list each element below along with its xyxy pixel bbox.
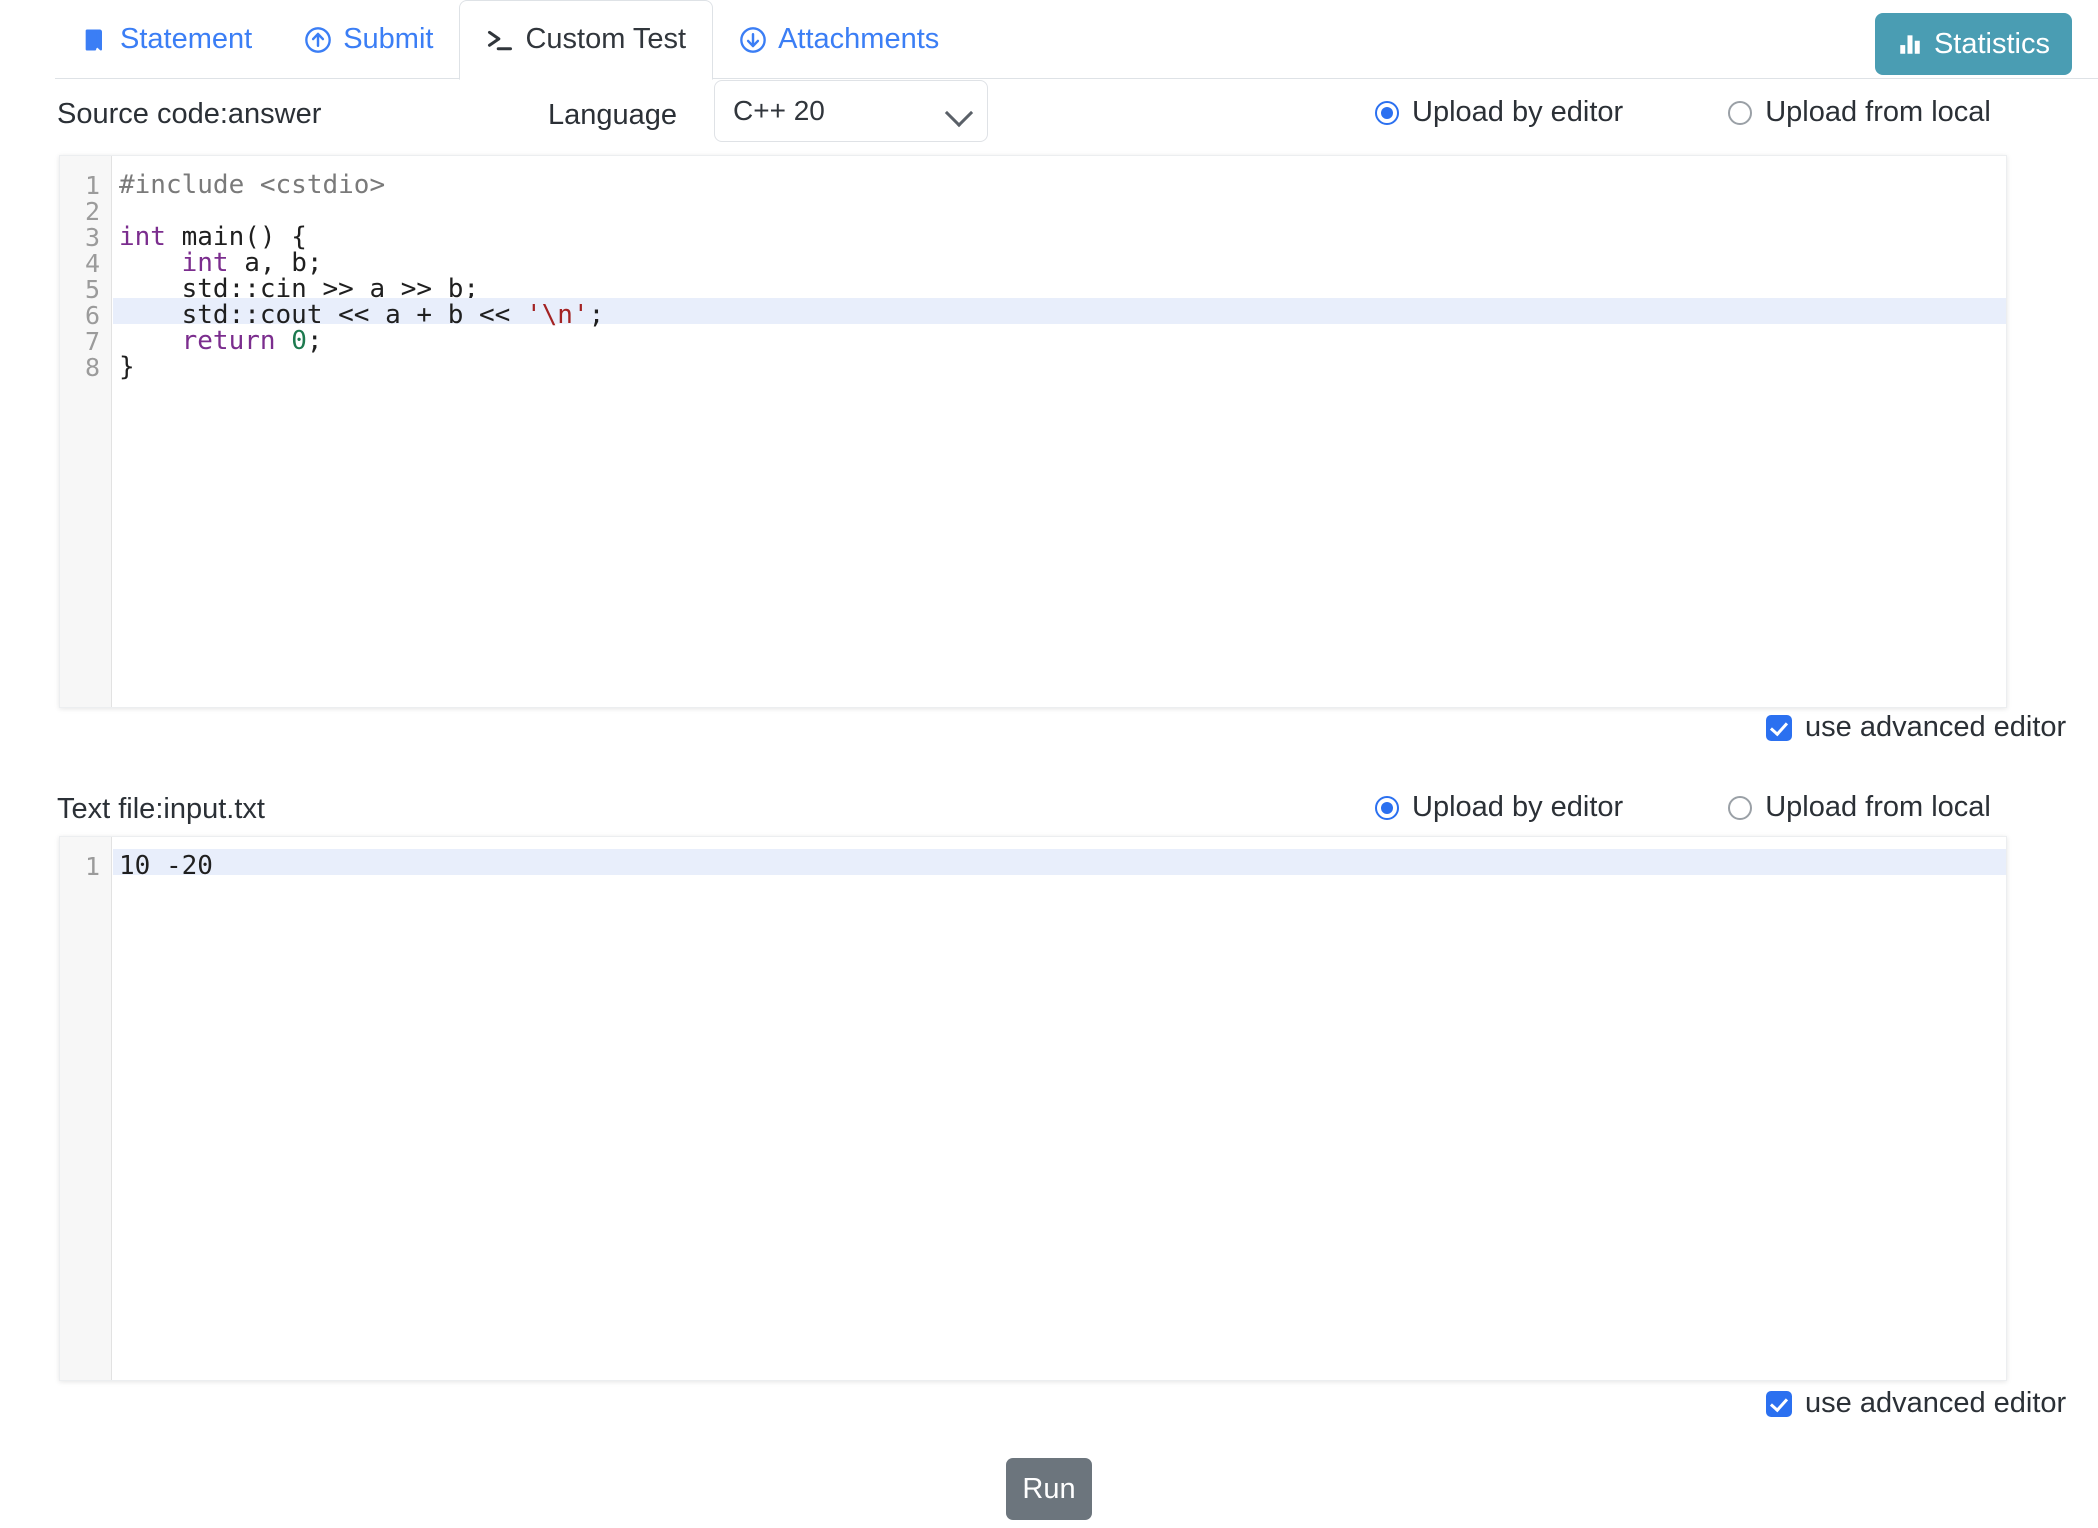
code-token: return	[181, 326, 276, 356]
textfile-upload-by-editor-radio[interactable]: Upload by editor	[1375, 791, 1623, 824]
tab-statement[interactable]: Statement	[55, 0, 278, 79]
bar-chart-icon	[1897, 31, 1923, 57]
text-file-editor[interactable]: 10 -20 1	[59, 836, 2007, 1381]
source-code-label: Source code:answer	[57, 98, 322, 130]
source-upload-from-local-radio[interactable]: Upload from local	[1728, 96, 1991, 129]
code-line: #include <cstdio>	[113, 172, 2006, 198]
code-token: ;	[588, 300, 605, 330]
run-button[interactable]: Run	[1006, 1458, 1092, 1520]
custom-test-page: Statement Submit Custom Test Attachments…	[0, 0, 2098, 1528]
textfile-upload-mode-group: Upload by editor Upload from local	[1375, 791, 1991, 824]
line-number: 1	[84, 171, 100, 200]
line-number: 4	[84, 249, 100, 278]
tab-attachments[interactable]: Attachments	[713, 0, 965, 79]
code-token: ;	[306, 326, 323, 356]
textfile-advanced-editor-label: use advanced editor	[1805, 1387, 2067, 1419]
code-token: #include <cstdio>	[119, 170, 386, 200]
tab-statement-label: Statement	[120, 23, 253, 55]
textfile-advanced-editor-row[interactable]: use advanced editor	[1766, 1387, 2066, 1420]
source-advanced-editor-row[interactable]: use advanced editor	[1766, 711, 2066, 744]
line-number: 8	[84, 353, 100, 382]
text-file-label: Text file:input.txt	[57, 793, 265, 825]
arrow-down-circle-icon	[739, 26, 767, 54]
tab-custom-test-label: Custom Test	[525, 23, 687, 55]
code-token: 0	[291, 326, 307, 356]
radio-selected-icon	[1375, 100, 1399, 125]
code-token: }	[119, 352, 135, 382]
line-number: 7	[84, 327, 100, 356]
arrow-up-circle-icon	[304, 26, 332, 54]
book-icon	[81, 26, 109, 54]
source-editor-line-numbers: 12345678	[60, 156, 112, 707]
statistics-button-label: Statistics	[1933, 27, 2050, 60]
tab-custom-test[interactable]: Custom Test	[459, 0, 714, 80]
tab-bar: Statement Submit Custom Test Attachments…	[0, 0, 2098, 80]
code-line: int main() {	[113, 224, 2006, 250]
text-editor-code-area[interactable]: 10 -20	[113, 837, 2006, 1380]
line-number: 1	[84, 852, 100, 881]
statistics-button[interactable]: Statistics	[1874, 13, 2072, 75]
textfile-upload-by-editor-label: Upload by editor	[1412, 791, 1624, 823]
language-select[interactable]: C++ 20	[714, 80, 988, 142]
textfile-upload-from-local-radio[interactable]: Upload from local	[1728, 791, 1991, 824]
tab-list: Statement Submit Custom Test Attachments	[55, 0, 965, 80]
radio-unselected-icon	[1728, 100, 1753, 125]
tab-attachments-label: Attachments	[778, 23, 940, 55]
code-line: int a, b;	[113, 250, 2006, 276]
code-line: return 0;	[113, 328, 2006, 354]
source-code-editor[interactable]: #include <cstdio> int main() { int a, b; …	[59, 155, 2007, 708]
radio-unselected-icon	[1728, 795, 1753, 820]
run-button-label: Run	[1022, 1472, 1076, 1505]
code-token: '\n'	[526, 300, 589, 330]
code-token: 10 -20	[119, 851, 213, 881]
source-upload-from-local-label: Upload from local	[1765, 96, 1991, 128]
checkbox-checked-icon[interactable]	[1766, 1390, 1792, 1417]
language-select-value: C++ 20	[733, 95, 825, 126]
source-upload-mode-group: Upload by editor Upload from local	[1375, 96, 1991, 129]
chevron-down-icon	[944, 98, 974, 128]
language-label: Language	[548, 99, 678, 131]
line-number: 3	[84, 223, 100, 252]
checkbox-checked-icon[interactable]	[1766, 714, 1792, 741]
code-line: 10 -20	[113, 853, 2006, 879]
tab-submit-label: Submit	[343, 23, 434, 55]
radio-selected-icon	[1375, 795, 1399, 820]
source-advanced-editor-label: use advanced editor	[1805, 711, 2067, 743]
line-number: 2	[84, 197, 100, 226]
source-upload-by-editor-label: Upload by editor	[1412, 96, 1624, 128]
source-editor-code-area[interactable]: #include <cstdio> int main() { int a, b; …	[113, 156, 2006, 707]
source-upload-by-editor-radio[interactable]: Upload by editor	[1375, 96, 1623, 129]
textfile-upload-from-local-label: Upload from local	[1765, 791, 1991, 823]
line-number: 6	[84, 301, 100, 330]
terminal-icon	[486, 26, 514, 54]
line-number: 5	[84, 275, 100, 304]
code-line: std::cout << a + b << '\n';	[113, 302, 2006, 328]
code-line: }	[113, 354, 2006, 380]
text-editor-line-numbers: 1	[60, 837, 112, 1380]
tab-submit[interactable]: Submit	[278, 0, 459, 79]
